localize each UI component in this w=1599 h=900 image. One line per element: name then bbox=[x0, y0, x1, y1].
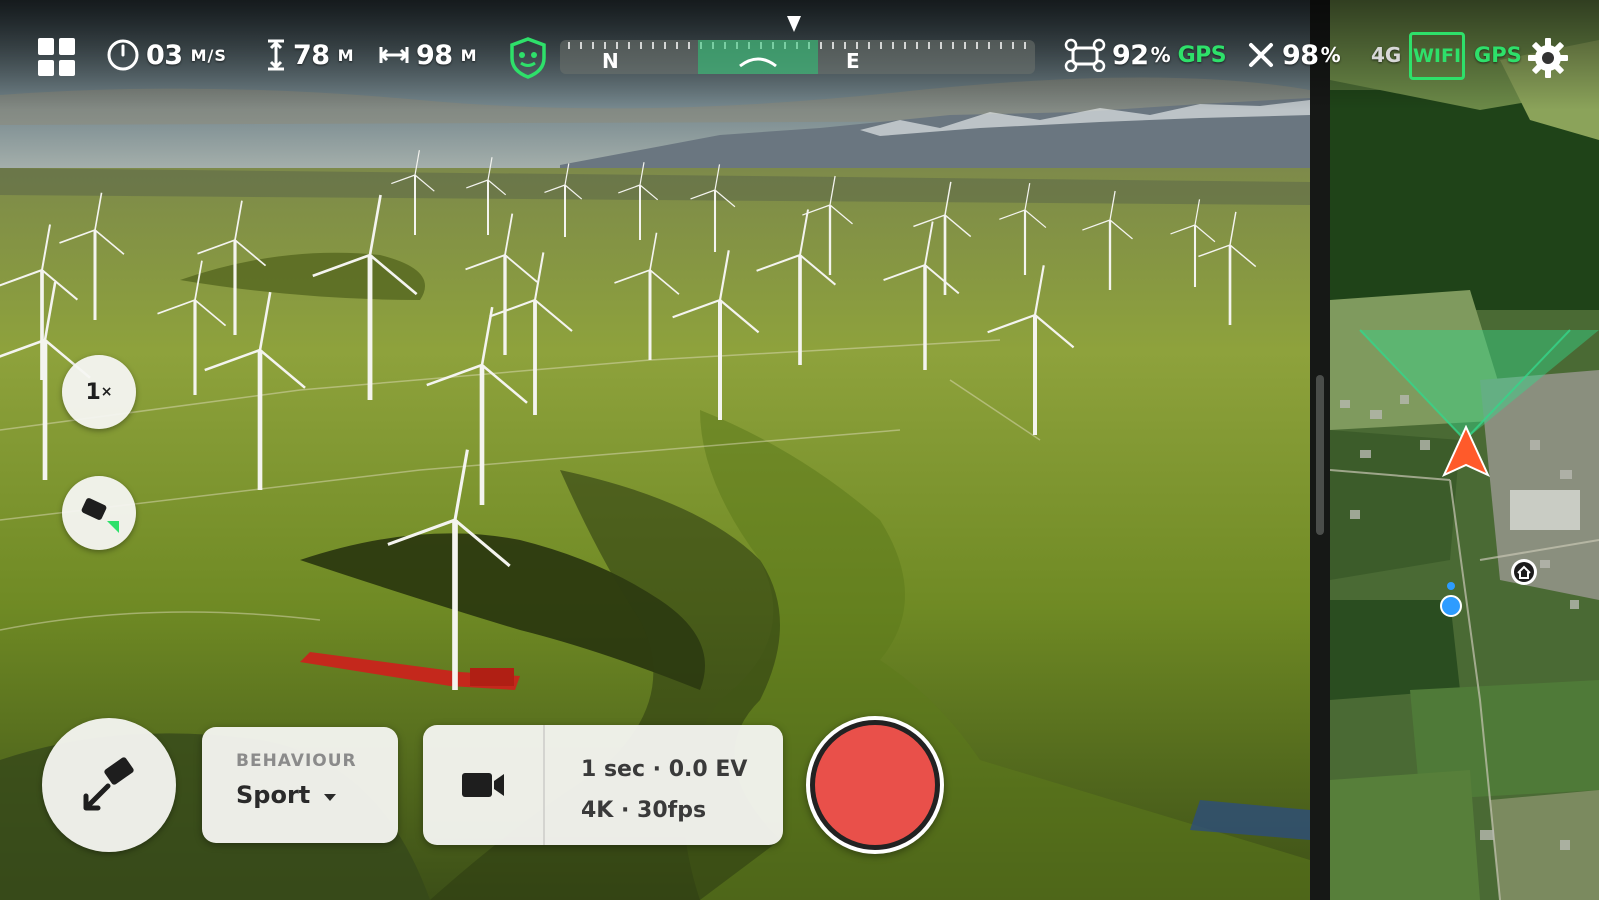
controller-battery-status: 98 % bbox=[1246, 32, 1342, 78]
controller-battery-value: 98 bbox=[1282, 39, 1319, 71]
pilot-location-icon bbox=[1440, 582, 1462, 617]
behaviour-value: Sport bbox=[236, 781, 311, 809]
gimbal-tilt-button[interactable] bbox=[62, 476, 136, 550]
drone-battery-unit: % bbox=[1150, 43, 1172, 67]
resize-handle[interactable] bbox=[1316, 375, 1324, 535]
drone-heading-icon bbox=[739, 57, 777, 68]
altitude-unit: M bbox=[337, 45, 355, 65]
compass-heading-bar: N E bbox=[560, 40, 1035, 74]
altitude-value: 78 bbox=[293, 39, 330, 71]
exposure-settings-button[interactable]: 1 sec · 0.0 EV 4K · 30fps bbox=[545, 725, 783, 845]
speed-unit: M/S bbox=[190, 45, 227, 65]
zoom-value: 1 bbox=[85, 379, 101, 405]
speed-readout: 03 M/S bbox=[106, 32, 227, 78]
record-button[interactable] bbox=[806, 716, 944, 854]
settings-gear-icon[interactable] bbox=[1526, 36, 1570, 80]
behaviour-label: BEHAVIOUR bbox=[236, 751, 357, 771]
top-status-bar: 03 M/S 78 M 98 M N E 92 % GPS 98 % 4G WI… bbox=[0, 0, 1599, 110]
drone-location-arrow-icon bbox=[1442, 425, 1490, 478]
record-dot bbox=[815, 725, 935, 845]
shield-icon[interactable] bbox=[508, 36, 548, 80]
distance-unit: M bbox=[460, 45, 478, 65]
controller-icon bbox=[1249, 43, 1273, 67]
distance-icon bbox=[379, 47, 409, 63]
video-camera-icon bbox=[462, 773, 504, 797]
heading-north: N bbox=[602, 49, 619, 73]
heading-east: E bbox=[846, 49, 860, 73]
drone-fly-icon bbox=[83, 757, 134, 811]
home-point-icon[interactable] bbox=[1509, 557, 1539, 587]
drone-battery-status: 92 % GPS bbox=[1064, 32, 1227, 78]
split-view-divider[interactable] bbox=[1310, 0, 1330, 900]
speed-value: 03 bbox=[146, 39, 183, 71]
camera-tilt-icon bbox=[81, 498, 119, 533]
takeoff-land-button[interactable] bbox=[42, 718, 176, 852]
distance-value: 98 bbox=[416, 39, 453, 71]
camera-mode-button[interactable] bbox=[423, 725, 545, 845]
drone-battery-value: 92 bbox=[1112, 39, 1149, 71]
network-4g-status: 4G bbox=[1371, 43, 1402, 67]
drone-icon bbox=[1064, 38, 1106, 72]
zoom-button[interactable]: 1 × bbox=[62, 355, 136, 429]
shutter-ev-text: 1 sec · 0.0 EV bbox=[581, 757, 748, 782]
wifi-label: WIFI bbox=[1412, 45, 1462, 67]
mini-map[interactable] bbox=[1330, 0, 1599, 900]
camera-settings-card: 1 sec · 0.0 EV 4K · 30fps bbox=[423, 725, 783, 845]
zoom-suffix: × bbox=[100, 384, 113, 400]
wifi-status-badge[interactable]: WIFI bbox=[1409, 32, 1465, 80]
distance-readout: 98 M bbox=[378, 32, 478, 78]
speedometer-icon bbox=[107, 39, 139, 71]
compass-pointer-icon bbox=[787, 16, 801, 32]
apps-grid-icon[interactable] bbox=[38, 38, 76, 76]
resolution-fps-text: 4K · 30fps bbox=[581, 798, 707, 823]
altitude-icon bbox=[268, 39, 284, 71]
controller-battery-unit: % bbox=[1320, 43, 1342, 67]
drone-gps-status: GPS bbox=[1177, 42, 1227, 68]
heading-fov-indicator bbox=[698, 40, 818, 74]
chevron-down-icon bbox=[324, 793, 337, 801]
altitude-readout: 78 M bbox=[265, 32, 355, 78]
behaviour-selector[interactable]: BEHAVIOUR Sport bbox=[202, 727, 398, 843]
controller-gps-status: GPS bbox=[1474, 43, 1522, 67]
